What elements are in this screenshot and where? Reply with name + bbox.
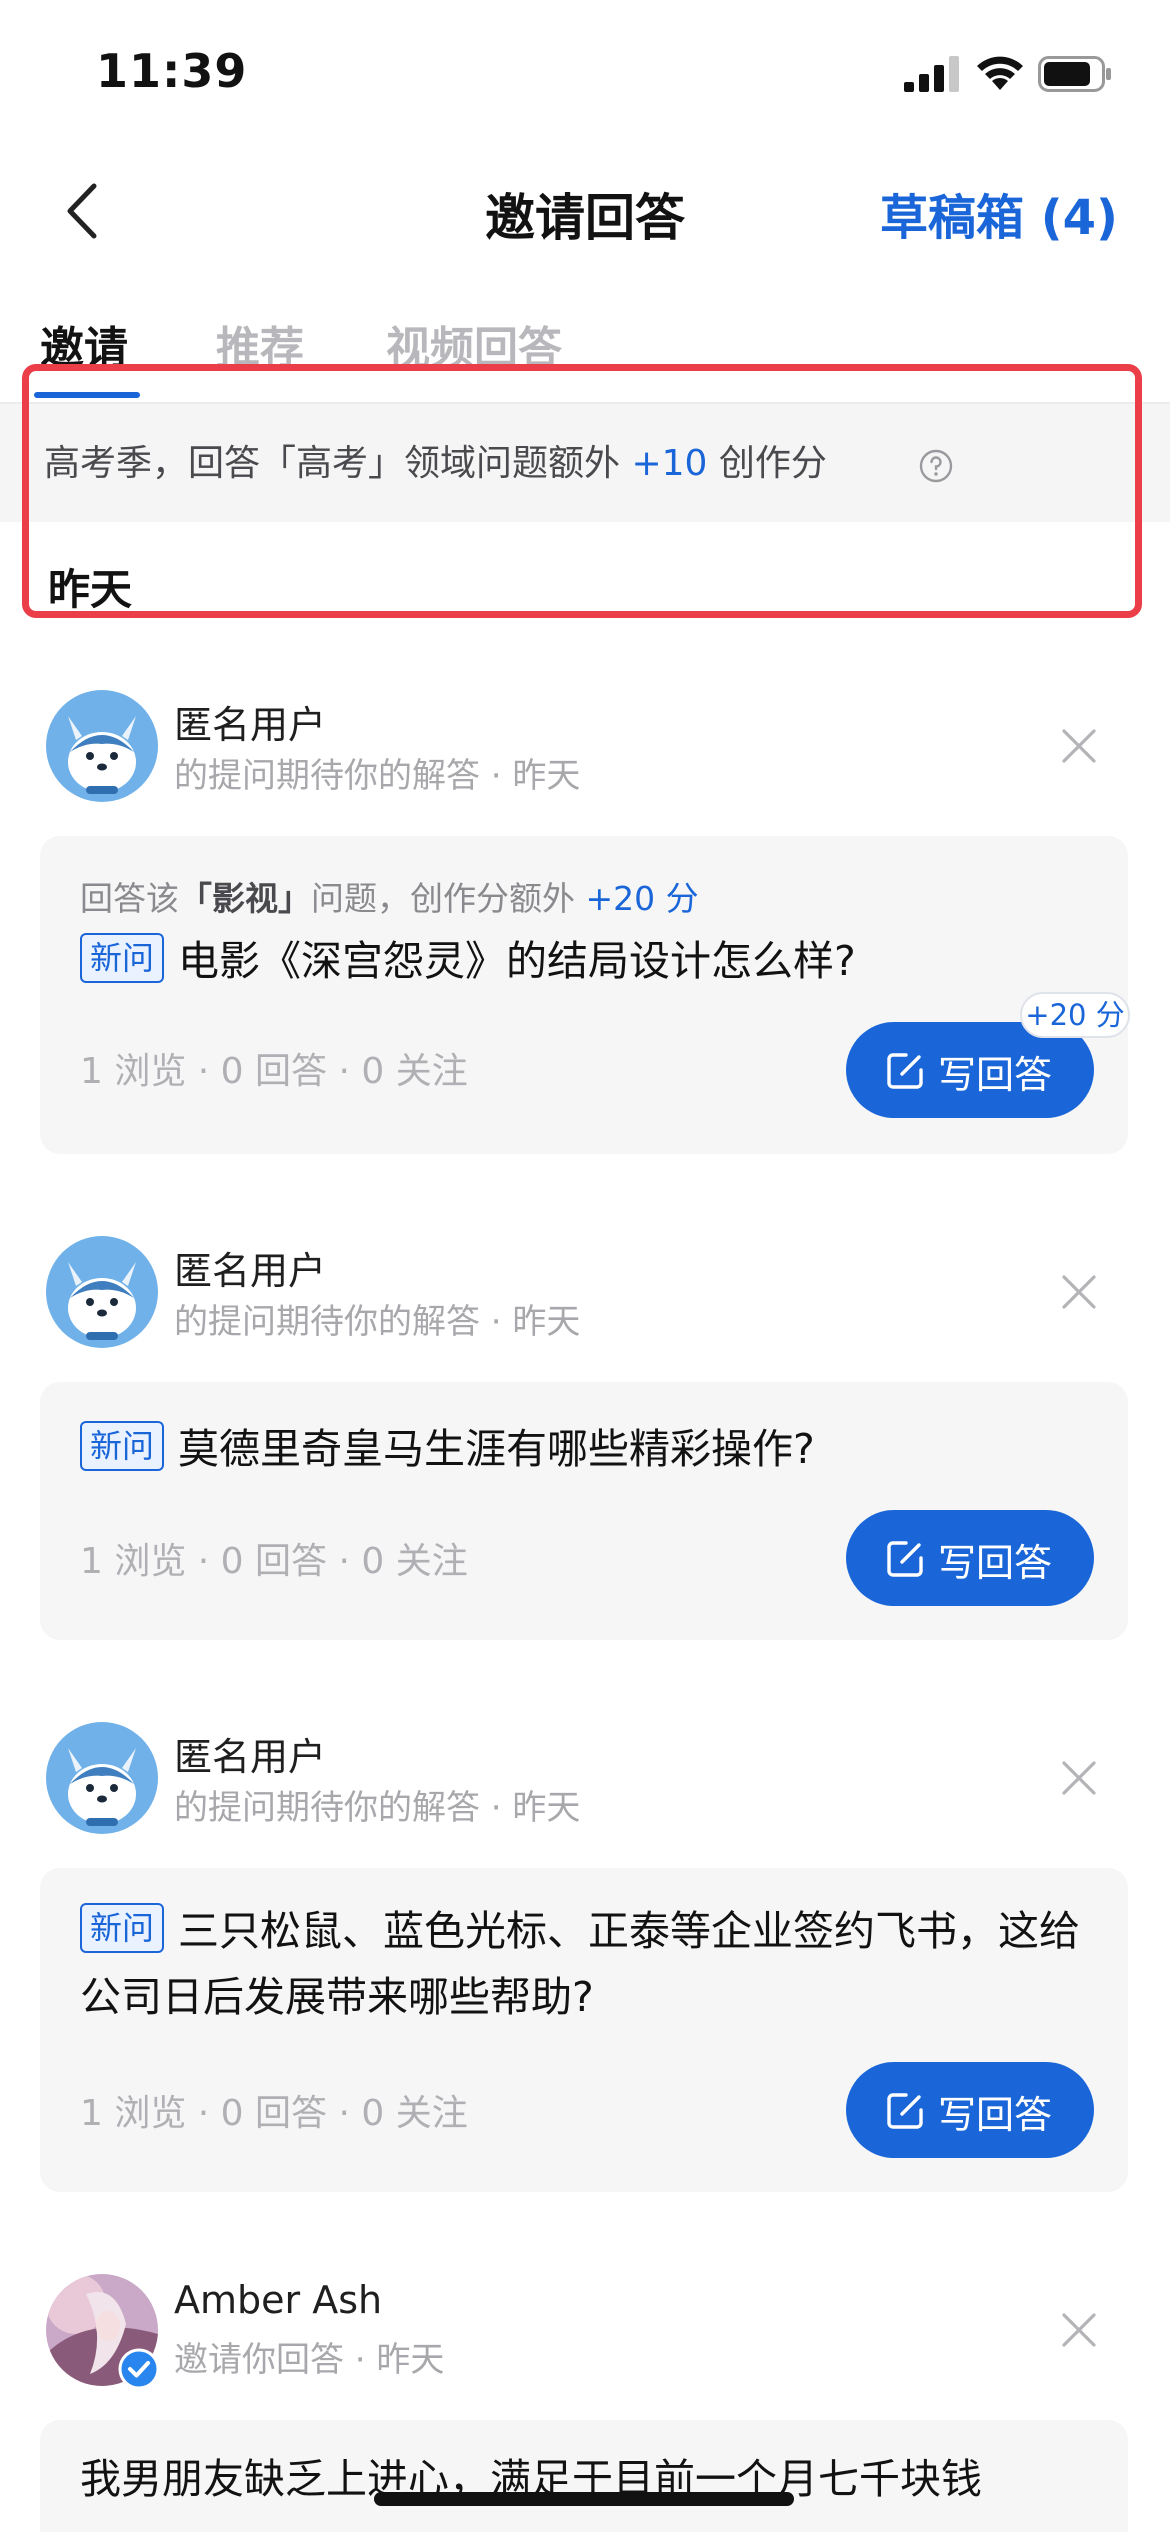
question-card[interactable]: 我男朋友缺乏上进心，满足于目前一个月七千块钱 bbox=[40, 2420, 1128, 2532]
banner-text-after: 创作分 bbox=[707, 443, 827, 484]
cellular-signal-icon bbox=[904, 56, 959, 92]
hint-bonus: +20 分 bbox=[585, 879, 699, 918]
tab-recommend[interactable]: 推荐 bbox=[216, 312, 304, 376]
home-indicator[interactable] bbox=[374, 2492, 794, 2506]
close-icon[interactable] bbox=[1058, 1757, 1100, 1799]
drafts-button[interactable]: 草稿箱 (4) bbox=[880, 178, 1118, 248]
user-name[interactable]: Amber Ash bbox=[174, 2278, 382, 2322]
hint-mid: 问题，创作分额外 bbox=[311, 879, 586, 918]
edit-icon bbox=[887, 1053, 923, 1089]
user-name[interactable]: 匿名用户 bbox=[174, 694, 326, 749]
battery-icon bbox=[1038, 56, 1111, 92]
user-subtitle: 的提问期待你的解答 · 昨天 bbox=[174, 756, 581, 796]
write-answer-button[interactable]: 写回答 bbox=[846, 1510, 1094, 1606]
help-icon[interactable] bbox=[918, 448, 954, 484]
write-answer-label: 写回答 bbox=[938, 2093, 1053, 2137]
question-card[interactable]: 新问 三只松鼠、蓝色光标、正泰等企业签约飞书，这给公司日后发展带来哪些帮助? 1 … bbox=[40, 1868, 1128, 2192]
question-title[interactable]: 新问 电影《深宫怨灵》的结局设计怎么样? bbox=[80, 928, 1090, 994]
tab-invite[interactable]: 邀请 bbox=[40, 312, 128, 376]
anonymous-avatar-icon bbox=[46, 690, 158, 802]
new-question-tag: 新问 bbox=[80, 1421, 165, 1471]
gaokao-banner: 高考季，回答「高考」领域问题额外 +10 创作分 bbox=[0, 404, 1170, 522]
close-icon[interactable] bbox=[1058, 2309, 1100, 2351]
question-text: 电影《深宫怨灵》的结局设计怎么样? bbox=[178, 937, 856, 985]
wifi-icon bbox=[977, 56, 1023, 90]
edit-icon bbox=[887, 2093, 923, 2129]
question-text: 莫德里奇皇马生涯有哪些精彩操作? bbox=[178, 1425, 815, 1473]
banner-text: 高考季，回答「高考」领域问题额外 +10 创作分 bbox=[44, 434, 827, 486]
tab-video-answer[interactable]: 视频回答 bbox=[386, 312, 562, 376]
status-bar: 11:39 bbox=[0, 0, 1170, 150]
question-stats: 1 浏览 · 0 回答 · 0 关注 bbox=[80, 1541, 468, 1582]
edit-icon bbox=[887, 1541, 923, 1577]
question-title[interactable]: 新问 莫德里奇皇马生涯有哪些精彩操作? bbox=[80, 1416, 1090, 1482]
user-subtitle: 的提问期待你的解答 · 昨天 bbox=[174, 1788, 581, 1828]
anonymous-avatar-icon bbox=[46, 1722, 158, 1834]
verified-badge-icon bbox=[118, 2348, 160, 2390]
tab-active-indicator bbox=[34, 392, 140, 398]
hint-prefix: 回答该 bbox=[80, 879, 179, 918]
nav-bar: 邀请回答 草稿箱 (4) bbox=[0, 150, 1170, 270]
section-date: 昨天 bbox=[48, 565, 133, 614]
user-subtitle: 的提问期待你的解答 · 昨天 bbox=[174, 1302, 581, 1342]
question-card[interactable]: 新问 莫德里奇皇马生涯有哪些精彩操作? 1 浏览 · 0 回答 · 0 关注 写回… bbox=[40, 1382, 1128, 1640]
question-stats: 1 浏览 · 0 回答 · 0 关注 bbox=[80, 1051, 468, 1092]
tab-bar: 邀请 推荐 视频回答 bbox=[0, 300, 1170, 406]
write-answer-label: 写回答 bbox=[938, 1541, 1053, 1585]
close-icon[interactable] bbox=[1058, 1271, 1100, 1313]
question-stats: 1 浏览 · 0 回答 · 0 关注 bbox=[80, 2093, 468, 2134]
card-hint: 回答该「影视」问题，创作分额外 +20 分 bbox=[80, 872, 699, 920]
question-text: 三只松鼠、蓝色光标、正泰等企业签约飞书，这给公司日后发展带来哪些帮助? bbox=[80, 1907, 1081, 2021]
banner-text-before: 高考季，回答「高考」领域问题额外 bbox=[44, 443, 632, 484]
write-answer-label: 写回答 bbox=[938, 1053, 1053, 1097]
question-title[interactable]: 新问 三只松鼠、蓝色光标、正泰等企业签约飞书，这给公司日后发展带来哪些帮助? bbox=[80, 1898, 1090, 2030]
bonus-badge: +20 分 bbox=[1020, 992, 1130, 1038]
question-card[interactable]: 回答该「影视」问题，创作分额外 +20 分 新问 电影《深宫怨灵》的结局设计怎么样… bbox=[40, 836, 1130, 1154]
write-answer-button[interactable]: 写回答 bbox=[846, 2062, 1094, 2158]
user-name[interactable]: 匿名用户 bbox=[174, 1726, 326, 1781]
new-question-tag: 新问 bbox=[80, 1903, 165, 1953]
status-time: 11:39 bbox=[96, 44, 248, 98]
banner-bonus: +10 bbox=[631, 443, 708, 484]
user-subtitle: 邀请你回答 · 昨天 bbox=[174, 2340, 445, 2380]
close-icon[interactable] bbox=[1058, 725, 1100, 767]
anonymous-avatar-icon bbox=[46, 1236, 158, 1348]
user-name[interactable]: 匿名用户 bbox=[174, 1240, 326, 1295]
hint-topic: 「影视」 bbox=[179, 879, 311, 918]
new-question-tag: 新问 bbox=[80, 933, 165, 983]
